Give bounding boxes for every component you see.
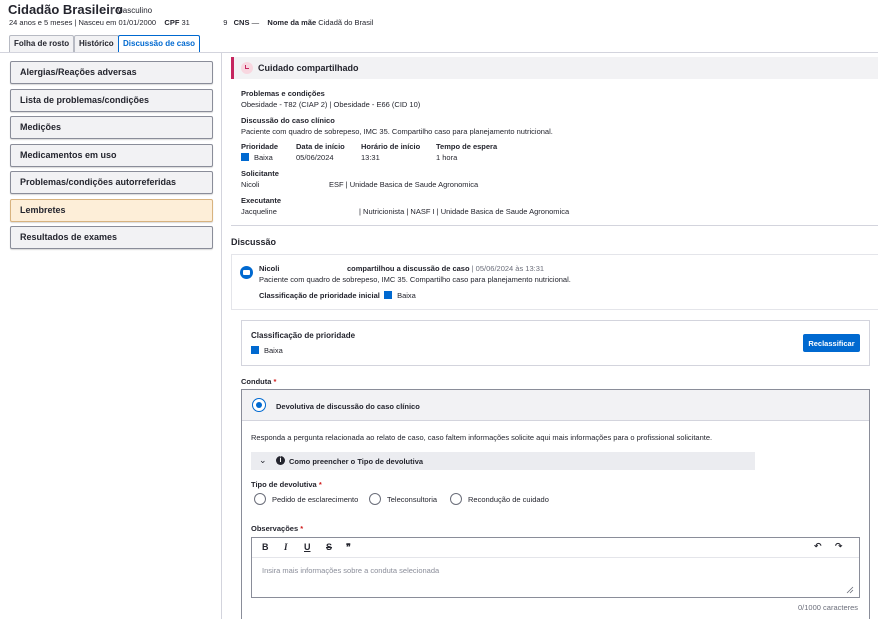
info-icon: i	[276, 456, 285, 465]
reclassify-button[interactable]: Reclassificar	[803, 334, 860, 352]
priority-value: Baixa	[241, 153, 273, 162]
devolutiva-type-label: Tipo de devolutiva *	[251, 480, 322, 489]
patient-sex: | Masculino	[111, 6, 153, 15]
priority-classification-box	[241, 320, 870, 366]
devolutiva-radio[interactable]	[252, 398, 266, 412]
discussion-author: Nicoli	[259, 264, 280, 273]
cpf-tail: 9	[223, 18, 228, 27]
priority-label: Prioridade	[241, 142, 279, 151]
executor-name: Jacqueline	[241, 207, 277, 216]
editor-toolbar-divider	[252, 557, 859, 558]
tab-folha-de-rosto[interactable]: Folha de rosto	[9, 35, 75, 52]
quote-icon[interactable]: ❞	[346, 542, 351, 553]
priority-classification-value: Baixa	[251, 346, 283, 355]
sidebar-item-autorreferidas[interactable]: Problemas/condições autorreferidas	[10, 171, 213, 194]
radio-pedido-esclarecimento[interactable]	[254, 493, 266, 505]
executor-label: Executante	[241, 196, 282, 205]
requester-name: Nicoli	[241, 180, 260, 189]
requester-unit: ESF | Unidade Basica de Saude Agronomica	[329, 180, 479, 189]
start-date-value: 05/06/2024	[296, 153, 334, 162]
cns-value: —	[251, 18, 260, 27]
howto-label: Como preencher o Tipo de devolutiva	[289, 457, 424, 466]
mother-label: Nome da mãe	[267, 18, 317, 27]
underline-icon[interactable]: U	[304, 542, 311, 552]
chevron-down-icon[interactable]: ⌄	[259, 455, 267, 466]
tab-historico[interactable]: Histórico	[74, 35, 119, 52]
tab-divider	[0, 52, 878, 53]
chat-icon	[240, 266, 253, 279]
sidebar-item-medicamentos[interactable]: Medicamentos em uso	[10, 144, 213, 167]
undo-icon[interactable]: ↶	[814, 542, 822, 552]
patient-info-line: 24 anos e 5 meses | Nasceu em 01/01/2000…	[9, 18, 374, 27]
initial-priority: Classificação de prioridade inicial Baix…	[259, 291, 416, 300]
radio-reconducao-cuidado[interactable]	[450, 493, 462, 505]
radio-reconducao-cuidado-label: Recondução de cuidado	[468, 495, 549, 504]
priority-square-icon	[241, 153, 249, 161]
observations-label: Observações *	[251, 524, 304, 533]
sidebar-item-resultados[interactable]: Resultados de exames	[10, 226, 213, 249]
italic-icon[interactable]: I	[284, 542, 288, 552]
cpf-label: CPF	[164, 18, 180, 27]
tab-discussao-de-caso[interactable]: Discussão de caso	[118, 35, 201, 53]
wait-label: Tempo de espera	[436, 142, 498, 151]
cpf-value: 31	[181, 18, 190, 27]
discussion-action-line: compartilhou a discussão de caso | 05/06…	[347, 264, 545, 273]
initial-priority-square-icon	[384, 291, 393, 299]
redo-icon[interactable]: ↷	[835, 542, 843, 552]
character-counter: 0/1000 caracteres	[798, 603, 859, 612]
problems-label: Problemas e condições	[241, 89, 325, 98]
start-date-label: Data de início	[296, 142, 345, 151]
conduta-label: Conduta *	[241, 377, 277, 386]
sidebar-item-medicoes[interactable]: Medições	[10, 116, 213, 139]
radio-teleconsultoria-label: Teleconsultoria	[387, 495, 438, 504]
patient-age: 24 anos e 5 meses	[9, 18, 73, 27]
radio-pedido-esclarecimento-label: Pedido de esclarecimento	[272, 495, 359, 504]
problems-value: Obesidade - T82 (CIAP 2) | Obesidade - E…	[241, 100, 421, 109]
cns-label: CNS	[233, 18, 250, 27]
discussion-label: Discussão do caso clínico	[241, 116, 335, 125]
priority-classification-label: Classificação de prioridade	[251, 331, 356, 340]
strikethrough-icon[interactable]: S	[326, 542, 332, 552]
shared-care-icon	[241, 62, 253, 74]
discussion-title: Discussão	[231, 237, 277, 247]
sidebar-divider	[221, 53, 222, 619]
discussion-value: Paciente com quadro de sobrepeso, IMC 35…	[241, 127, 553, 136]
start-time-label: Horário de início	[361, 142, 421, 151]
start-time-value: 13:31	[361, 153, 380, 162]
conduta-hint: Responda a pergunta relacionada ao relat…	[251, 433, 713, 442]
observations-placeholder[interactable]: Insira mais informações sobre a conduta …	[262, 566, 439, 575]
radio-teleconsultoria[interactable]	[369, 493, 381, 505]
priority-box-square-icon	[251, 346, 259, 354]
sidebar-item-problemas[interactable]: Lista de problemas/condições	[10, 89, 213, 112]
sidebar-item-lembretes[interactable]: Lembretes	[10, 199, 213, 222]
discussion-text: Paciente com quadro de sobrepeso, IMC 35…	[259, 275, 571, 284]
resize-handle-icon[interactable]	[846, 586, 854, 594]
sidebar-item-alergias[interactable]: Alergias/Reações adversas	[10, 61, 213, 84]
patient-name: Cidadão Brasileiro	[8, 2, 123, 17]
devolutiva-option-label: Devolutiva de discussão do caso clínico	[276, 402, 420, 411]
bold-icon[interactable]: B	[262, 542, 269, 552]
patient-birth: Nasceu em 01/01/2000	[78, 18, 157, 27]
requester-label: Solicitante	[241, 169, 279, 178]
mother-value: Cidadã do Brasil	[318, 18, 374, 27]
wait-value: 1 hora	[436, 153, 458, 162]
case-title: Cuidado compartilhado	[258, 63, 359, 73]
executor-unit: | Nutricionista | NASF I | Unidade Basic…	[359, 207, 570, 216]
